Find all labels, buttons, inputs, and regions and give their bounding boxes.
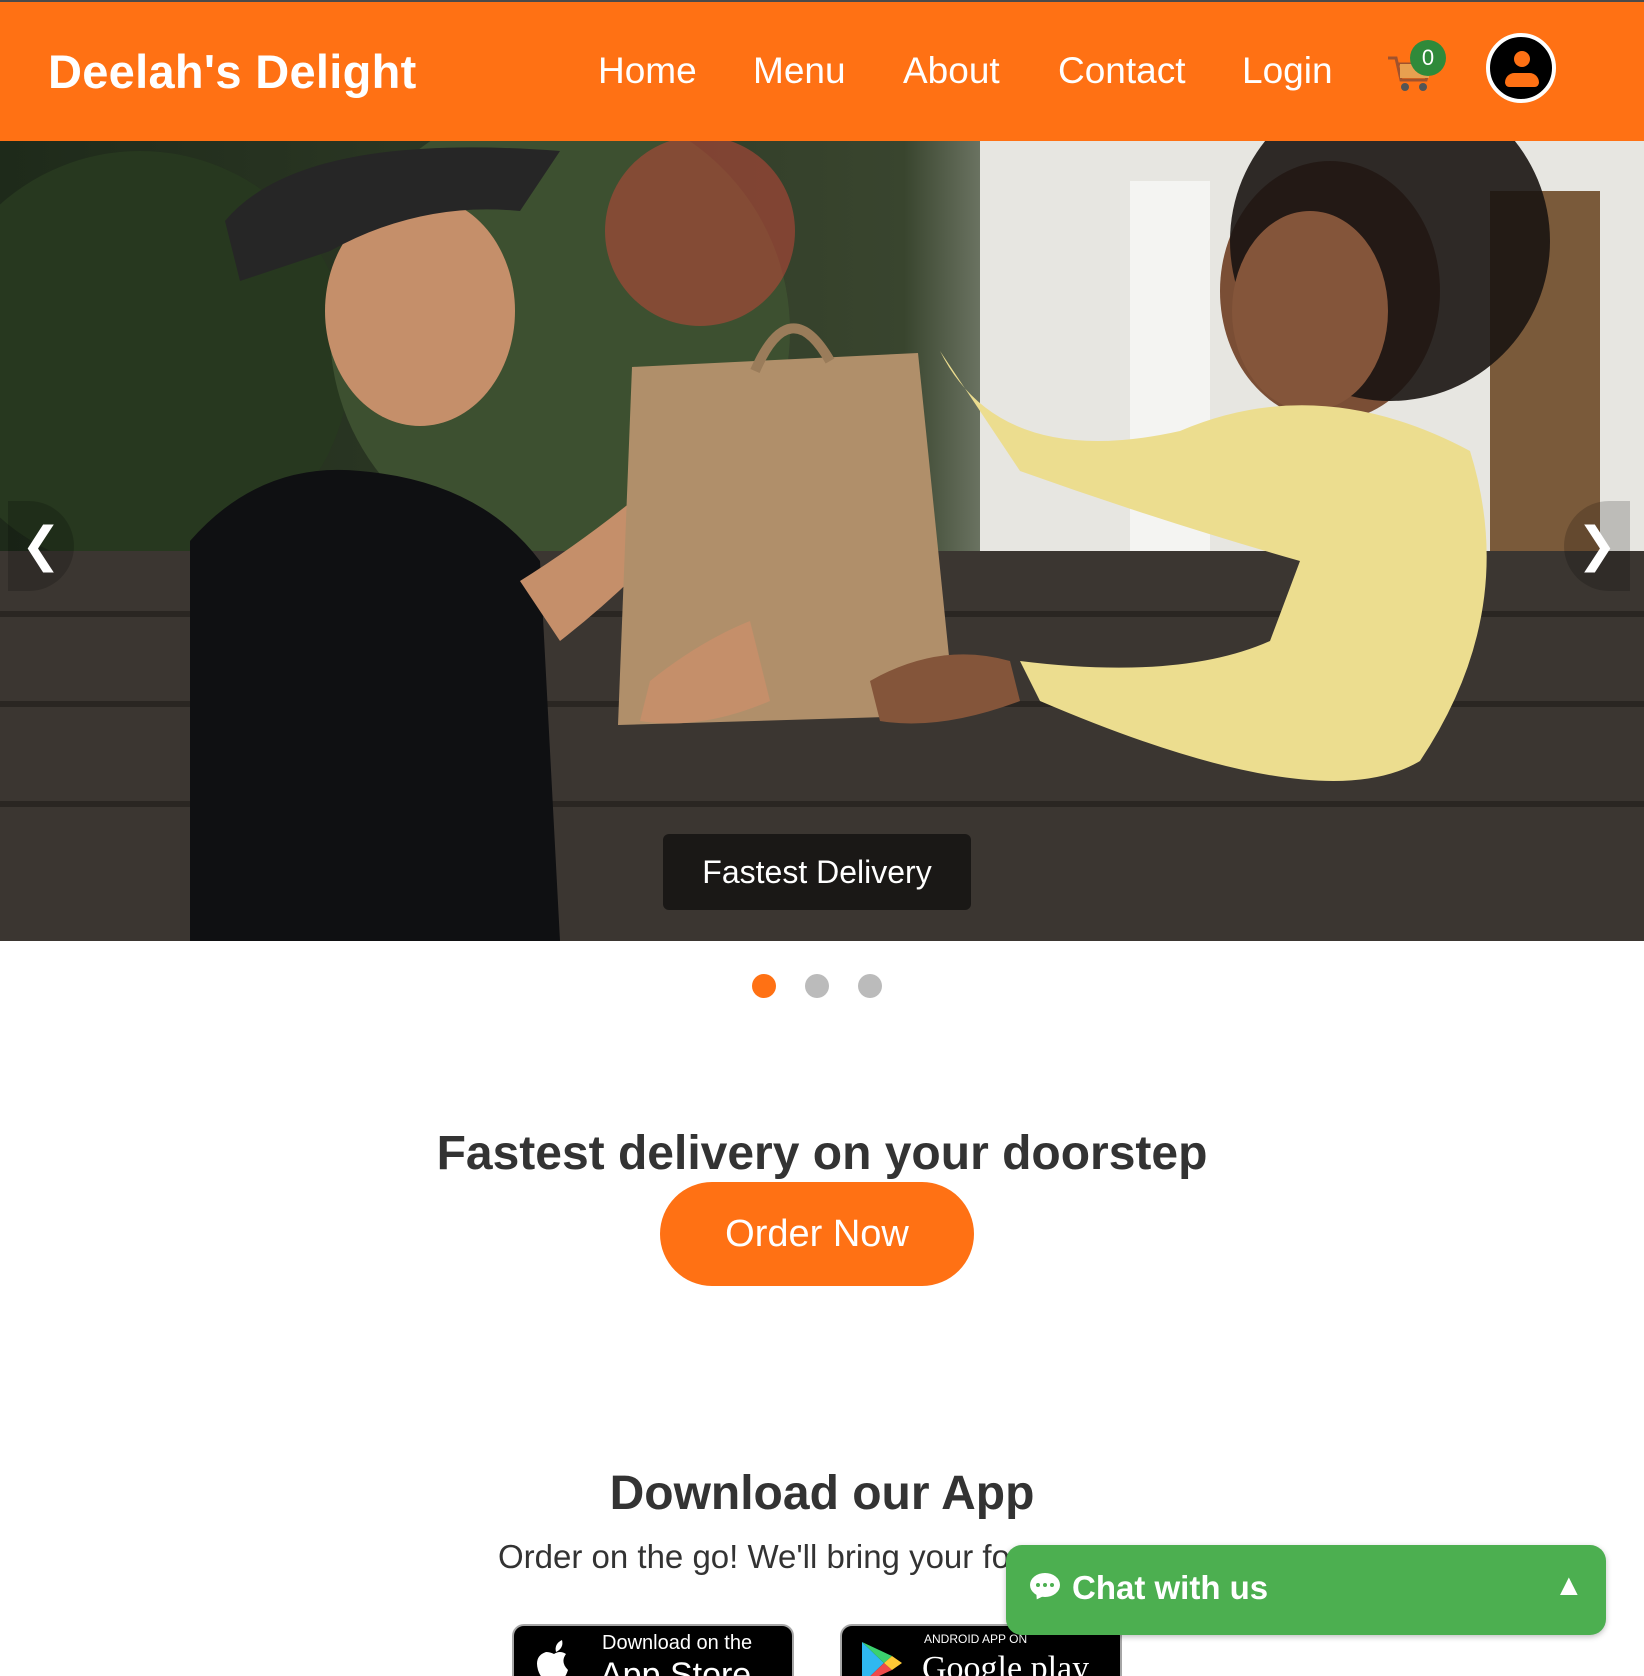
chat-bubble-icon <box>1030 1573 1060 1597</box>
google-play-large-text: Google play <box>922 1650 1090 1676</box>
order-now-button[interactable]: Order Now <box>660 1182 974 1286</box>
app-store-large-text: App Store <box>600 1656 752 1676</box>
carousel-indicator-3[interactable] <box>858 974 882 998</box>
chat-widget[interactable]: Chat with us ▲ <box>1006 1545 1606 1635</box>
google-play-logo-icon <box>862 1642 902 1676</box>
chat-expand-icon[interactable]: ▲ <box>1554 1569 1584 1603</box>
nav-about-link[interactable]: About <box>903 50 1000 92</box>
nav-menu-link[interactable]: Menu <box>753 50 846 92</box>
avatar-head-shape <box>1514 51 1530 67</box>
nav-login-link[interactable]: Login <box>1242 50 1333 92</box>
nav-home-link[interactable]: Home <box>598 50 697 92</box>
site-header: Deelah's Delight Home Menu About Contact… <box>0 2 1644 141</box>
carousel-caption: Fastest Delivery <box>663 834 971 910</box>
google-play-small-text: ANDROID APP ON <box>924 1632 1028 1646</box>
hero-slide-image <box>0 141 1644 941</box>
user-profile-icon[interactable] <box>1486 33 1556 103</box>
download-heading: Download our App <box>609 1467 1035 1520</box>
carousel-indicator-2[interactable] <box>805 974 829 998</box>
promo-heading: Fastest delivery on your doorstep <box>436 1127 1208 1180</box>
carousel-indicator-1[interactable] <box>752 974 776 998</box>
nav-contact-link[interactable]: Contact <box>1058 50 1186 92</box>
chat-label: Chat with us <box>1072 1569 1269 1606</box>
cart-count-badge: 0 <box>1410 40 1446 76</box>
avatar-body-shape <box>1505 73 1539 87</box>
app-store-button[interactable]: Download on the App Store <box>512 1624 794 1676</box>
download-subtitle: Order on the go! We'll bring your foo <box>498 1538 1029 1575</box>
hero-carousel: ❮ ❯ Fastest Delivery <box>0 141 1644 941</box>
apple-logo-icon <box>537 1640 568 1676</box>
brand-logo-text[interactable]: Deelah's Delight <box>48 44 417 99</box>
app-store-small-text: Download on the <box>602 1632 753 1654</box>
